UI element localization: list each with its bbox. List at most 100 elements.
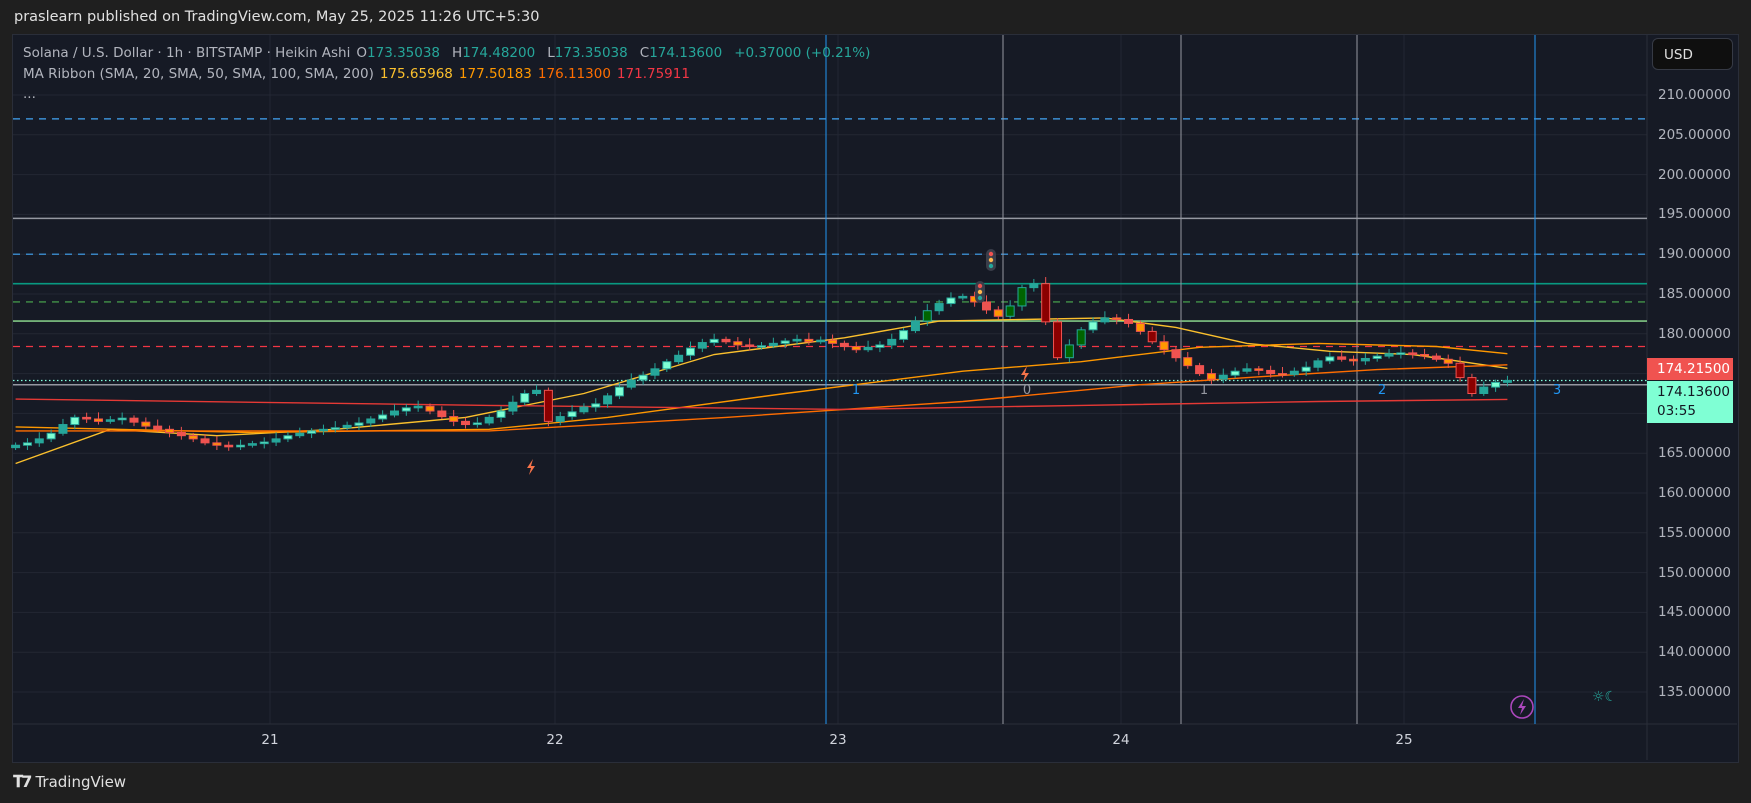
tradingview-branding[interactable]: 𝐓7 TradingView [13, 772, 126, 792]
candle-body [638, 374, 648, 381]
candle [1325, 352, 1335, 365]
time-label-25: 25 [1395, 732, 1413, 748]
candle-body [875, 344, 885, 348]
candle [141, 417, 151, 430]
candle [22, 438, 32, 451]
candle [1005, 300, 1015, 319]
candle [899, 327, 909, 343]
l-value: 173.35038 [554, 45, 628, 61]
lightning-alert-icon [1518, 699, 1526, 715]
price-tick-label: 145.00000 [1658, 604, 1732, 621]
candle-body [685, 347, 695, 356]
earnings-bolt-icon [527, 459, 535, 475]
candle-body [1088, 321, 1098, 331]
candle [413, 400, 423, 412]
symbol-legend[interactable]: Solana / U.S. Dollar · 1h · BITSTAMP · H… [23, 45, 876, 61]
candle [484, 414, 494, 426]
candle [1100, 311, 1110, 325]
c-value: 174.13600 [649, 45, 723, 61]
traffic-light-dot [988, 257, 994, 263]
candle [437, 406, 447, 419]
candle [283, 431, 293, 443]
candle [1479, 381, 1489, 396]
traffic-light-icon [986, 249, 996, 271]
candle-body [1242, 368, 1252, 372]
candle [520, 389, 530, 406]
candle-body [1408, 352, 1418, 355]
price-tick-label: 195.00000 [1658, 206, 1732, 223]
candle-body [508, 401, 518, 412]
candle-body [1041, 283, 1051, 323]
candle-body [958, 295, 968, 299]
traffic-light-dot [988, 251, 994, 257]
price-tick-label: 165.00000 [1658, 445, 1732, 462]
price-chart[interactable]: ☼☾ [0, 0, 1751, 803]
candle-body [1195, 365, 1205, 375]
candle [567, 405, 577, 420]
candle [401, 404, 411, 416]
candle [851, 341, 861, 353]
candle [579, 403, 589, 415]
candle [165, 425, 175, 438]
candle-body [757, 345, 767, 348]
candle [1313, 358, 1323, 372]
candle [555, 411, 565, 426]
fib-time-label: 3 [1552, 383, 1562, 398]
candle [1372, 353, 1382, 362]
candle [910, 316, 920, 334]
candle [247, 440, 257, 448]
candle [1431, 353, 1441, 362]
ma-line-sma20 [15, 317, 1508, 465]
candle-body [1266, 369, 1276, 375]
candle-body [413, 405, 423, 409]
more-indicators-button[interactable]: ... [23, 86, 36, 102]
candle [508, 395, 518, 415]
candle-body [176, 432, 186, 437]
ma-ribbon-legend[interactable]: MA Ribbon (SMA, 20, SMA, 50, SMA, 100, S… [23, 66, 696, 82]
sma100-value: 176.11300 [537, 66, 611, 82]
candle-body [1372, 355, 1382, 359]
candle-body [768, 342, 778, 347]
c-label: C [639, 45, 650, 61]
candle-body [283, 435, 293, 440]
candle-body [58, 424, 68, 434]
candle [709, 333, 719, 346]
fib-time-label: 1 [1199, 383, 1209, 398]
o-label: O [356, 45, 368, 61]
price-tick-label: 200.00000 [1658, 166, 1732, 183]
currency-button[interactable]: USD [1652, 38, 1733, 70]
candle-body [259, 441, 269, 445]
candle-body [389, 410, 399, 416]
candle [236, 439, 246, 451]
candle-body [22, 442, 32, 446]
candle [1064, 339, 1074, 363]
ohlc-low: L173.35038 [547, 45, 634, 61]
candle [58, 418, 68, 436]
ohlc-open: O173.35038 [356, 45, 446, 61]
sma50-value: 177.50183 [458, 66, 532, 82]
candle-body [828, 339, 838, 344]
candle-body [555, 416, 565, 422]
h-value: 174.48200 [462, 45, 536, 61]
candle-body [212, 442, 222, 446]
candle-body [721, 338, 731, 343]
candle-body [437, 410, 447, 418]
candle-body [662, 361, 672, 370]
candle [1017, 284, 1027, 311]
last-price-badge: 174.13600 03:55 [1647, 380, 1733, 423]
ma-line-sma200 [15, 398, 1508, 411]
candle-body [93, 418, 103, 422]
candle-body [70, 416, 80, 426]
candle-body [165, 428, 175, 434]
price-tick-label: 185.00000 [1658, 286, 1732, 302]
candle-body [1005, 305, 1015, 317]
price-tick-label: 160.00000 [1658, 485, 1732, 501]
candle-body [484, 416, 494, 424]
price-badge-red: 174.21500 [1647, 357, 1733, 380]
candle-body [1479, 386, 1489, 394]
ohlc-close: C174.13600 [640, 45, 728, 61]
candle [863, 340, 873, 353]
candle [1029, 278, 1039, 292]
candle-body [1325, 356, 1335, 362]
earnings-bolt-icon [1021, 366, 1029, 382]
